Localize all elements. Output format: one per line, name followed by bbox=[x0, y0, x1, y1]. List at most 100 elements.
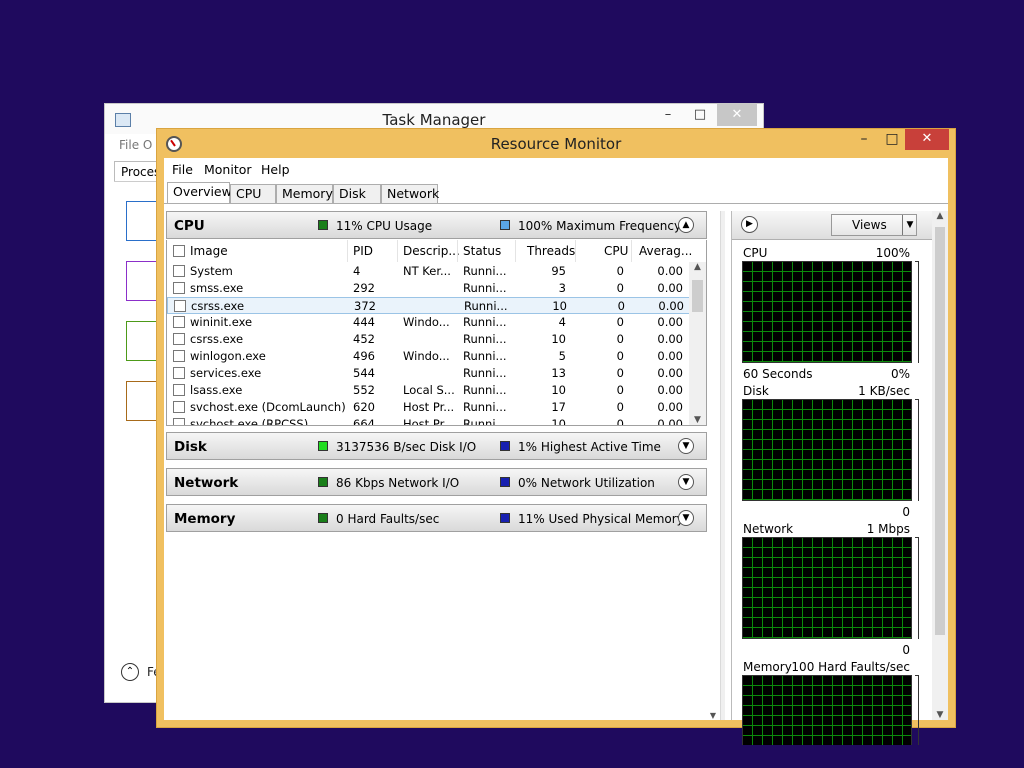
row-checkbox[interactable] bbox=[173, 282, 185, 294]
minimize-button[interactable]: – bbox=[851, 129, 877, 150]
views-dropdown-icon[interactable]: ▼ bbox=[902, 215, 917, 235]
row-checkbox[interactable] bbox=[173, 265, 185, 277]
column-separator[interactable] bbox=[515, 240, 516, 262]
cell-image: lsass.exe bbox=[190, 383, 243, 397]
expand-disk-icon[interactable]: ▼ bbox=[678, 438, 694, 454]
maximize-button[interactable]: □ bbox=[879, 129, 905, 150]
scroll-up-icon[interactable]: ▲ bbox=[932, 211, 948, 221]
row-checkbox[interactable] bbox=[173, 350, 185, 362]
row-checkbox[interactable] bbox=[173, 316, 185, 328]
graphs-scrollbar[interactable]: ▲ ▼ bbox=[932, 211, 948, 720]
tab-disk[interactable]: Disk bbox=[333, 184, 381, 204]
table-row[interactable]: svchost.exe (RPCSS) 664 Host Pr... Runni...… bbox=[167, 416, 690, 426]
column-pid[interactable]: PID bbox=[353, 240, 373, 262]
table-row[interactable]: svchost.exe (DcomLaunch) 620 Host Pr... Run… bbox=[167, 399, 690, 416]
cell-threads: 3 bbox=[558, 281, 566, 295]
memory-section-header[interactable]: Memory 0 Hard Faults/sec 11% Used Physic… bbox=[166, 504, 707, 532]
tab-network[interactable]: Network bbox=[381, 184, 439, 204]
column-average[interactable]: Averag... bbox=[639, 240, 692, 262]
cell-avg: 0.00 bbox=[657, 400, 683, 414]
table-row[interactable]: services.exe 544 Runni... 13 0 0.00 bbox=[167, 365, 690, 382]
cell-image: wininit.exe bbox=[190, 315, 253, 329]
cpu-tile[interactable] bbox=[126, 201, 160, 241]
row-checkbox[interactable] bbox=[173, 401, 185, 413]
column-separator[interactable] bbox=[575, 240, 576, 262]
table-row[interactable]: smss.exe 292 Runni... 3 0 0.00 bbox=[167, 280, 690, 297]
expand-memory-icon[interactable]: ▼ bbox=[678, 510, 694, 526]
table-row[interactable]: wininit.exe 444 Windo... Runni... 4 0 0.00 bbox=[167, 314, 690, 331]
row-checkbox[interactable] bbox=[173, 367, 185, 379]
table-row[interactable]: csrss.exe 372 Runni... 10 0 0.00 bbox=[167, 297, 690, 314]
network-graph bbox=[742, 537, 912, 639]
cell-pid: 664 bbox=[353, 417, 375, 426]
minimize-button[interactable]: – bbox=[653, 104, 683, 126]
cell-cpu: 0 bbox=[616, 281, 624, 295]
cell-image: csrss.exe bbox=[191, 299, 245, 313]
network-section-title: Network bbox=[174, 475, 239, 491]
tab-cpu[interactable]: CPU bbox=[230, 184, 276, 204]
ethernet-tile[interactable] bbox=[126, 381, 160, 421]
close-button[interactable]: ✕ bbox=[905, 129, 949, 150]
pane-splitter[interactable] bbox=[720, 211, 725, 720]
disk-section-title: Disk bbox=[174, 439, 207, 455]
cell-threads: 10 bbox=[552, 299, 567, 313]
row-checkbox[interactable] bbox=[173, 333, 185, 345]
select-all-checkbox[interactable] bbox=[173, 245, 185, 257]
column-separator[interactable] bbox=[347, 240, 348, 262]
scroll-thumb[interactable] bbox=[935, 227, 945, 635]
cell-pid: 552 bbox=[353, 383, 375, 397]
graph-max-label: 100 Hard Faults/sec bbox=[791, 660, 910, 674]
cpu-graph bbox=[742, 261, 912, 363]
cell-pid: 620 bbox=[353, 400, 375, 414]
column-cpu[interactable]: CPU bbox=[604, 240, 628, 262]
collapse-cpu-icon[interactable]: ▲ bbox=[678, 217, 694, 233]
table-row[interactable]: lsass.exe 552 Local S... Runni... 10 0 0.00 bbox=[167, 382, 690, 399]
network-util-swatch bbox=[500, 477, 510, 487]
menu-file[interactable]: File bbox=[172, 162, 193, 177]
resource-monitor-title: Resource Monitor bbox=[490, 135, 622, 153]
memory-tile[interactable] bbox=[126, 261, 160, 301]
task-manager-menu[interactable]: File O bbox=[119, 138, 152, 152]
column-separator[interactable] bbox=[457, 240, 458, 262]
resource-monitor-titlebar[interactable]: Resource Monitor bbox=[157, 129, 955, 158]
disk-tile[interactable] bbox=[126, 321, 160, 361]
tab-memory[interactable]: Memory bbox=[276, 184, 333, 204]
tab-overview[interactable]: Overview bbox=[167, 182, 232, 204]
row-checkbox[interactable] bbox=[174, 300, 186, 312]
scroll-thumb[interactable] bbox=[692, 280, 703, 312]
table-row[interactable]: System 4 NT Ker... Runni... 95 0 0.00 bbox=[167, 263, 690, 280]
scroll-up-icon[interactable]: ▲ bbox=[689, 262, 706, 272]
cell-avg: 0.00 bbox=[657, 264, 683, 278]
cell-cpu: 0 bbox=[616, 264, 624, 278]
disk-section-header[interactable]: Disk 3137536 B/sec Disk I/O 1% Highest A… bbox=[166, 432, 707, 460]
network-section-header[interactable]: Network 86 Kbps Network I/O 0% Network U… bbox=[166, 468, 707, 496]
cell-avg: 0.00 bbox=[657, 332, 683, 346]
maximize-button[interactable]: □ bbox=[687, 104, 713, 126]
column-separator[interactable] bbox=[397, 240, 398, 262]
expand-network-icon[interactable]: ▼ bbox=[678, 474, 694, 490]
graphs-pane: ▶ Views ▼ CPU 100% 60 Seconds 0% Disk 1 … bbox=[731, 211, 948, 745]
cell-pid: 372 bbox=[354, 299, 376, 313]
cpu-section-header[interactable]: CPU 11% CPU Usage 100% Maximum Frequency… bbox=[166, 211, 707, 239]
scroll-down-icon[interactable]: ▼ bbox=[707, 711, 719, 720]
menu-monitor[interactable]: Monitor bbox=[204, 162, 252, 177]
table-scrollbar[interactable]: ▲ ▼ bbox=[689, 262, 706, 425]
table-row[interactable]: winlogon.exe 496 Windo... Runni... 5 0 0.00 bbox=[167, 348, 690, 365]
cell-avg: 0.00 bbox=[657, 349, 683, 363]
column-image[interactable]: Image bbox=[190, 240, 228, 262]
row-checkbox[interactable] bbox=[173, 384, 185, 396]
graph-max-label: 100% bbox=[875, 246, 910, 260]
graph-title: Network bbox=[743, 522, 794, 536]
row-checkbox[interactable] bbox=[173, 418, 185, 425]
menu-help[interactable]: Help bbox=[261, 162, 290, 177]
column-separator[interactable] bbox=[631, 240, 632, 262]
scroll-down-icon[interactable]: ▼ bbox=[932, 710, 948, 720]
column-threads[interactable]: Threads bbox=[527, 240, 575, 262]
fewer-details-icon[interactable]: ⌃ bbox=[121, 663, 139, 681]
scroll-down-icon[interactable]: ▼ bbox=[689, 415, 706, 425]
hide-graphs-icon[interactable]: ▶ bbox=[741, 216, 758, 233]
table-row[interactable]: csrss.exe 452 Runni... 10 0 0.00 bbox=[167, 331, 690, 348]
column-description[interactable]: Descrip... bbox=[403, 240, 460, 262]
close-button[interactable]: ✕ bbox=[717, 104, 757, 126]
left-pane-scrollbar[interactable]: ▼ bbox=[707, 211, 719, 720]
